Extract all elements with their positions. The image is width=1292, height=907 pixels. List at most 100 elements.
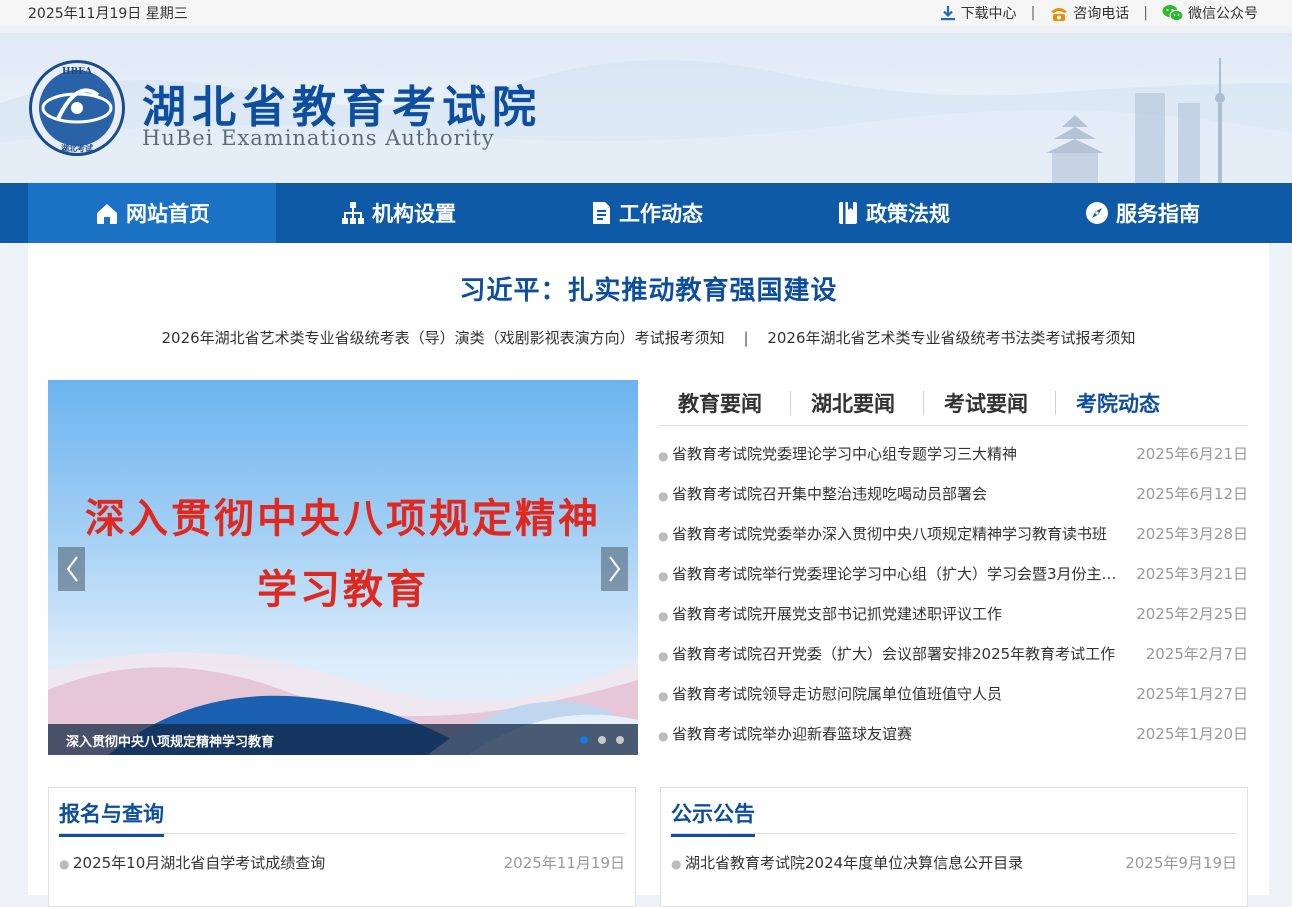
news-title-link[interactable]: 省教育考试院党委理论学习中心组专题学习三大精神	[672, 443, 1128, 464]
news-title-link[interactable]: 省教育考试院党委举办深入贯彻中央八项规定精神学习教育读书班	[672, 523, 1128, 544]
site-english-title: HuBei Examinations Authority	[142, 126, 495, 150]
news-title-link[interactable]: 省教育考试院召开党委（扩大）会议部署安排2025年教育考试工作	[672, 643, 1128, 664]
box-title[interactable]: 公示公告	[671, 798, 755, 837]
wechat-label: 微信公众号	[1188, 6, 1258, 22]
tab-education-news[interactable]: 教育要闻	[678, 388, 762, 418]
nav-label: 机构设置	[372, 202, 456, 226]
news-date: 2025年1月20日	[1136, 725, 1248, 743]
image-carousel[interactable]: 深入贯彻中央八项规定精神 学习教育 深入贯彻中央八项规定精神学习教育	[48, 380, 638, 755]
current-date: 2025年11月19日 星期三	[28, 6, 188, 22]
header-banner: HBEA 湖北考试 湖北省教育考试院 HuBei Examinations Au…	[0, 33, 1292, 183]
bullet: ●	[658, 489, 669, 503]
city-skyline-illustration	[1046, 58, 1225, 183]
carousel-dots	[580, 736, 624, 744]
nav-item-service-guide[interactable]: 服务指南	[1084, 183, 1200, 243]
news-title-link[interactable]: 省教育考试院开展党支部书记抓党建述职评议工作	[672, 603, 1128, 624]
carousel-dot[interactable]	[598, 736, 606, 744]
query-link[interactable]: 2025年10月湖北省自学考试成绩查询	[73, 852, 325, 873]
news-item: ● 省教育考试院领导走访慰问院属单位值班值守人员 2025年1月27日	[658, 680, 1248, 720]
news-item: ● 省教育考试院召开党委（扩大）会议部署安排2025年教育考试工作 2025年2月7…	[658, 640, 1248, 680]
item-date: 2025年9月19日	[1125, 854, 1237, 872]
top-separator: |	[1143, 5, 1148, 21]
top-bar: 2025年11月19日 星期三 下载中心 | 咨询电话 | 微信公众号	[0, 0, 1292, 26]
notice-link[interactable]: 湖北省教育考试院2024年度单位决算信息公开目录	[685, 852, 1023, 873]
document-icon	[593, 202, 610, 224]
wechat-link[interactable]: 微信公众号	[1162, 3, 1258, 23]
carousel-prev-button[interactable]	[58, 547, 85, 591]
registration-query-box: 报名与查询 ● 2025年10月湖北省自学考试成绩查询 2025年11月19日	[48, 787, 636, 907]
box-title[interactable]: 报名与查询	[59, 798, 164, 837]
carousel-dot[interactable]	[580, 736, 588, 744]
tab-hubei-news[interactable]: 湖北要闻	[811, 388, 895, 418]
hotline-link[interactable]: 咨询电话	[1049, 3, 1129, 23]
bullet: ●	[658, 529, 669, 543]
news-item: ● 省教育考试院举办迎新春篮球友谊赛 2025年1月20日	[658, 720, 1248, 760]
nav-item-organization[interactable]: 机构设置	[340, 183, 456, 243]
carousel-caption[interactable]: 深入贯彻中央八项规定精神学习教育	[48, 724, 638, 755]
news-item: ● 省教育考试院党委举办深入贯彻中央八项规定精神学习教育读书班 2025年3月28日	[658, 520, 1248, 560]
book-icon	[839, 202, 857, 224]
nav-label: 政策法规	[866, 202, 950, 226]
top-separator: |	[1030, 5, 1036, 21]
news-list: ● 省教育考试院党委理论学习中心组专题学习三大精神 2025年6月21日 ● 省教育考…	[658, 440, 1248, 760]
site-logo[interactable]: HBEA 湖北考试	[28, 59, 126, 157]
logo-chinese: 湖北考试	[61, 143, 93, 153]
public-notices-box: 公示公告 ● 湖北省教育考试院2024年度单位决算信息公开目录 2025年9月1…	[660, 787, 1248, 907]
main-content: 习近平：扎实推动教育强国建设 2026年湖北省艺术类专业省级统考表（导）演类（戏…	[28, 243, 1269, 907]
main-nav: 网站首页 机构设置 工作动态 政策法规 服务指南	[0, 183, 1292, 243]
headline-link[interactable]: 习近平：扎实推动教育强国建设	[28, 270, 1269, 307]
news-date: 2025年3月28日	[1136, 525, 1248, 543]
nav-label: 服务指南	[1116, 202, 1200, 226]
carousel-title-line2: 学习教育	[257, 566, 429, 613]
news-item: ● 省教育考试院开展党支部书记抓党建述职评议工作 2025年2月25日	[658, 600, 1248, 640]
bullet: ●	[658, 649, 669, 663]
org-chart-icon	[342, 202, 364, 224]
news-date: 2025年6月21日	[1136, 445, 1248, 463]
news-date: 2025年1月27日	[1136, 685, 1248, 703]
tab-divider	[923, 391, 924, 415]
news-item: ● 省教育考试院召开集中整治违规吃喝动员部署会 2025年6月12日	[658, 480, 1248, 520]
chevron-right-icon	[608, 556, 620, 582]
news-title-link[interactable]: 省教育考试院举行党委理论学习中心组（扩大）学习会暨3月份主题党日活动	[672, 563, 1128, 584]
download-center-link[interactable]: 下载中心	[939, 3, 1017, 23]
featured-separator: |	[743, 329, 749, 347]
news-title-link[interactable]: 省教育考试院领导走访慰问院属单位值班值守人员	[672, 683, 1128, 704]
logo-letters: HBEA	[62, 67, 93, 77]
bullet: ●	[658, 569, 669, 583]
news-title-link[interactable]: 省教育考试院举办迎新春篮球友谊赛	[672, 723, 1128, 744]
news-date: 2025年2月7日	[1145, 645, 1248, 663]
featured-links: 2026年湖北省艺术类专业省级统考表（导）演类（戏剧影视表演方向）考试报考须知 …	[28, 327, 1269, 348]
carousel-dot[interactable]	[616, 736, 624, 744]
nav-item-policies[interactable]: 政策法规	[836, 183, 950, 243]
nav-label: 网站首页	[126, 202, 210, 226]
download-center-label: 下载中心	[960, 6, 1017, 22]
item-date: 2025年11月19日	[503, 854, 625, 872]
bullet: ●	[59, 857, 70, 871]
home-icon	[97, 204, 117, 224]
bullet: ●	[658, 729, 669, 743]
news-date: 2025年2月25日	[1136, 605, 1248, 623]
carousel-next-button[interactable]	[601, 547, 628, 591]
news-title-link[interactable]: 省教育考试院召开集中整治违规吃喝动员部署会	[672, 483, 1128, 504]
bullet: ●	[671, 857, 682, 871]
box-header: 公示公告	[671, 798, 1237, 837]
tab-institute-news[interactable]: 考院动态	[1076, 388, 1160, 418]
news-item: ● 省教育考试院党委理论学习中心组专题学习三大精神 2025年6月21日	[658, 440, 1248, 480]
nav-label: 工作动态	[619, 202, 703, 226]
carousel-title-line1: 深入贯彻中央八项规定精神	[85, 495, 601, 542]
featured-link[interactable]: 2026年湖北省艺术类专业省级统考书法类考试报考须知	[767, 329, 1135, 347]
bullet: ●	[658, 609, 669, 623]
chevron-left-icon	[66, 556, 78, 582]
news-date: 2025年3月21日	[1136, 565, 1248, 583]
nav-item-work-news[interactable]: 工作动态	[589, 183, 703, 243]
bullet: ●	[658, 689, 669, 703]
box-header: 报名与查询	[59, 798, 625, 837]
featured-link[interactable]: 2026年湖北省艺术类专业省级统考表（导）演类（戏剧影视表演方向）考试报考须知	[162, 329, 725, 347]
tab-exam-news[interactable]: 考试要闻	[944, 388, 1028, 418]
compass-icon	[1086, 202, 1108, 224]
tab-divider	[1055, 391, 1056, 415]
wechat-icon	[1162, 5, 1184, 22]
top-links: 下载中心 | 咨询电话 | 微信公众号	[939, 3, 1258, 23]
nav-item-home[interactable]: 网站首页	[28, 183, 276, 243]
news-panel: 教育要闻 湖北要闻 考试要闻 考院动态 ● 省教育考试院党委理论学习中心组专题学习…	[658, 380, 1248, 743]
